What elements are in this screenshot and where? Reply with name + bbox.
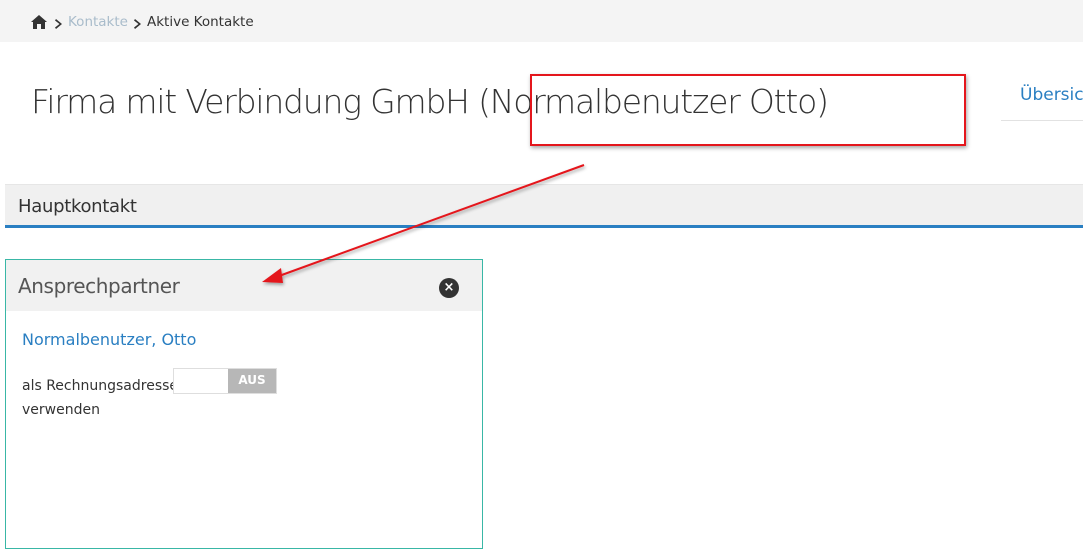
annotation-highlight-box (530, 74, 966, 146)
chevron-right-icon (133, 17, 142, 29)
contact-person-card: Ansprechpartner × Normalbenutzer, Otto a… (5, 259, 483, 549)
breadcrumb-item-aktive-kontakte: Aktive Kontakte (146, 14, 254, 30)
home-icon[interactable] (31, 15, 47, 29)
overview-link-label: Übersicht (1020, 85, 1083, 105)
billing-address-label: als Rechnungsadresse verwenden (22, 378, 179, 418)
breadcrumb: Kontakte Aktive Kontakte (31, 13, 254, 31)
page-title-main: Firma mit Verbindung GmbH (31, 82, 470, 121)
section-header: Hauptkontakt (5, 185, 1083, 228)
section-title: Hauptkontakt (18, 196, 137, 217)
close-icon[interactable]: × (439, 278, 459, 298)
breadcrumb-bar: Kontakte Aktive Kontakte (0, 0, 1083, 42)
toggle-state-label: AUS (228, 369, 276, 393)
breadcrumb-item-kontakte[interactable]: Kontakte (68, 14, 128, 30)
card-header: Ansprechpartner × (6, 260, 482, 311)
overview-link[interactable]: Übersicht (1001, 75, 1083, 121)
card-title: Ansprechpartner (18, 274, 180, 298)
chevron-right-icon (55, 17, 63, 29)
billing-address-toggle[interactable]: AUS (173, 368, 277, 394)
contact-name-link[interactable]: Normalbenutzer, Otto (22, 330, 196, 349)
